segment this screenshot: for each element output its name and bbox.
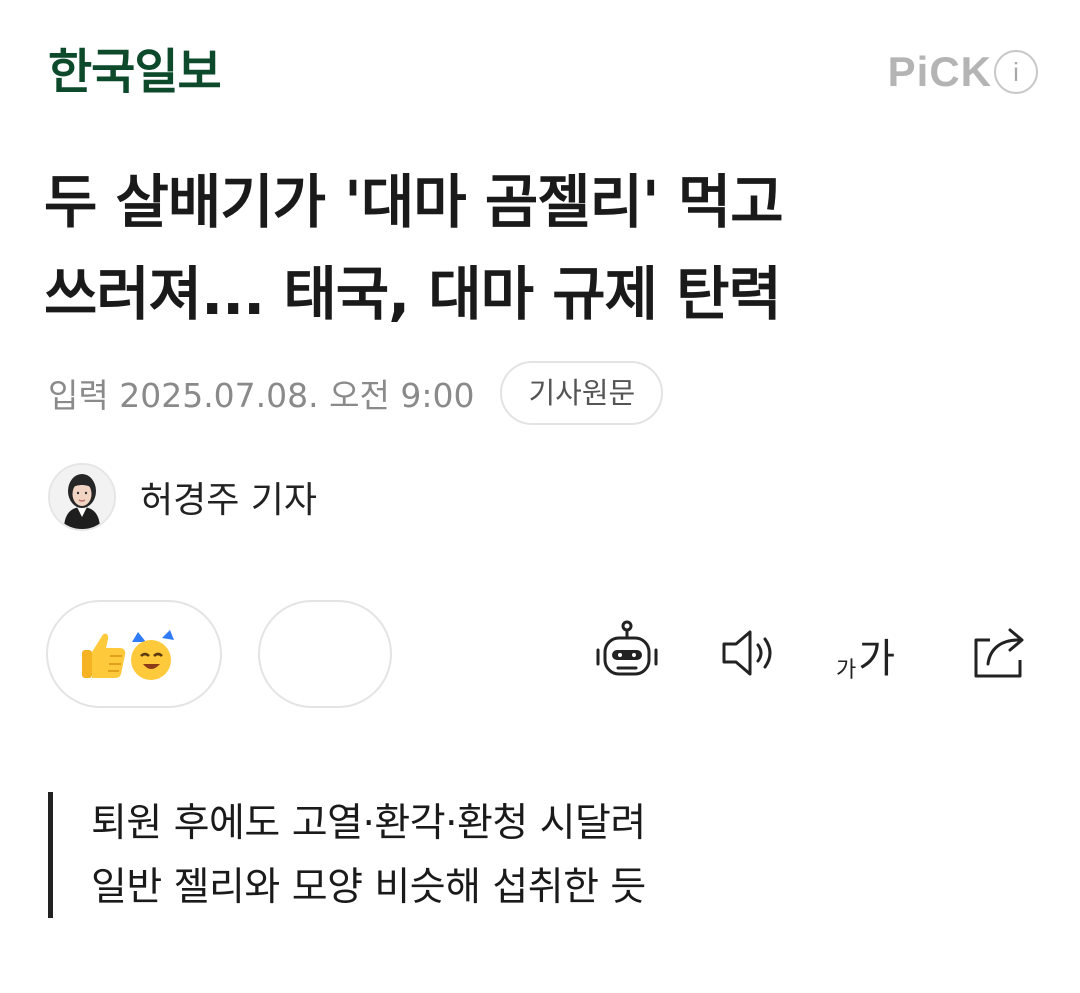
header: 한국일보 PiCK i bbox=[48, 40, 1038, 104]
font-size-large-label: 가 bbox=[858, 636, 896, 682]
reaction-empty-button[interactable] bbox=[258, 600, 392, 708]
font-size-small-label: 가 bbox=[836, 658, 857, 683]
author-portrait-image bbox=[50, 465, 114, 529]
author-name[interactable]: 허경주 기자 bbox=[140, 471, 317, 523]
author-avatar[interactable] bbox=[48, 463, 116, 531]
speaker-icon[interactable] bbox=[718, 620, 784, 686]
article-summary: 퇴원 후에도 고열·환각·환청 시달려 일반 젤리와 모양 비슷해 섭취한 듯 bbox=[48, 792, 1028, 918]
publish-date: 입력 2025.07.08. 오전 9:00 bbox=[48, 376, 475, 415]
info-icon[interactable]: i bbox=[994, 50, 1038, 94]
headline-line-1: 두 살배기가 '대마 곰젤리' 먹고 bbox=[44, 168, 784, 236]
original-article-button[interactable]: 기사원문 bbox=[500, 361, 664, 425]
thumbs-up-emoji-icon bbox=[82, 633, 126, 678]
article-meta: 입력 2025.07.08. 오전 9:00 기사원문 bbox=[48, 361, 664, 425]
font-size-icon[interactable]: 가 가 bbox=[836, 628, 895, 684]
reaction-group bbox=[46, 600, 392, 708]
brand-logo[interactable]: 한국일보 bbox=[48, 40, 222, 104]
headline-line-2: 쓰러져... 태국, 대마 규제 탄력 bbox=[44, 260, 782, 328]
author-row[interactable]: 허경주 기자 bbox=[48, 462, 317, 532]
article-headline: 두 살배기가 '대마 곰젤리' 먹고 쓰러져... 태국, 대마 규제 탄력 bbox=[44, 156, 1044, 340]
share-icon[interactable] bbox=[968, 620, 1034, 686]
summary-line-1: 퇴원 후에도 고열·환각·환청 시달려 bbox=[91, 801, 646, 846]
robot-icon[interactable] bbox=[594, 620, 660, 686]
summary-line-2: 일반 젤리와 모양 비슷해 섭취한 듯 bbox=[91, 865, 646, 910]
reaction-button[interactable] bbox=[46, 600, 222, 708]
action-toolbar: 가 가 bbox=[46, 600, 1036, 708]
pick-label: PiCK bbox=[887, 48, 992, 95]
cheer-emoji-icon bbox=[131, 630, 174, 680]
